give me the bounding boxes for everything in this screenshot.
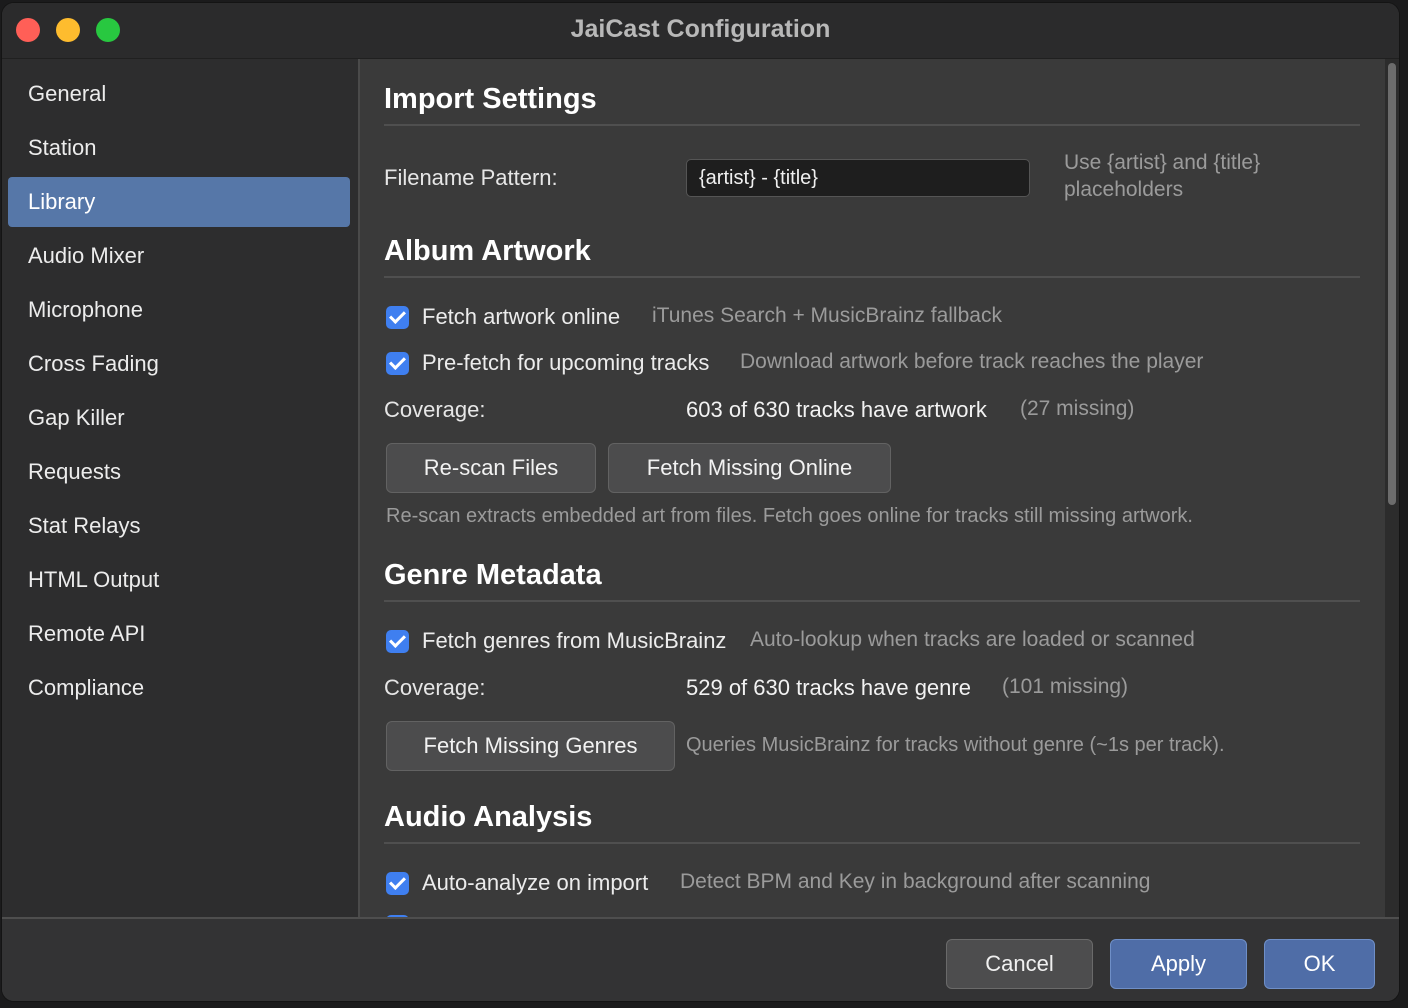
- fetch-missing-online-button[interactable]: Fetch Missing Online: [608, 443, 891, 493]
- fetch-artwork-online-label[interactable]: Fetch artwork online: [422, 304, 620, 330]
- artwork-coverage-label: Coverage:: [384, 397, 486, 422]
- prefetch-upcoming-label[interactable]: Pre-fetch for upcoming tracks: [422, 350, 709, 376]
- sidebar-item-stat-relays[interactable]: Stat Relays: [8, 501, 350, 551]
- section-divider: [384, 276, 1360, 278]
- content-scrollbar[interactable]: [1385, 59, 1399, 917]
- apply-button[interactable]: Apply: [1110, 939, 1247, 989]
- sidebar-item-microphone[interactable]: Microphone: [8, 285, 350, 335]
- rescan-files-button[interactable]: Re-scan Files: [386, 443, 596, 493]
- filename-pattern-input[interactable]: [686, 159, 1030, 197]
- fetch-genres-label[interactable]: Fetch genres from MusicBrainz: [422, 628, 726, 654]
- auto-analyze-hint: Detect BPM and Key in background after s…: [680, 870, 1151, 893]
- artwork-missing-count: (27 missing): [1020, 397, 1135, 420]
- genre-metadata-heading: Genre Metadata: [384, 559, 602, 591]
- sidebar-item-html-output[interactable]: HTML Output: [8, 555, 350, 605]
- auto-analyze-label[interactable]: Auto-analyze on import: [422, 870, 648, 896]
- section-divider: [384, 842, 1360, 844]
- sidebar-item-general[interactable]: General: [8, 69, 350, 119]
- sidebar: General Station Library Audio Mixer Micr…: [2, 59, 360, 917]
- ok-button[interactable]: OK: [1264, 939, 1375, 989]
- title-bar[interactable]: JaiCast Configuration: [2, 3, 1399, 59]
- library-settings-panel: Import Settings Filename Pattern: Use {a…: [360, 59, 1399, 938]
- sidebar-item-compliance[interactable]: Compliance: [8, 663, 350, 713]
- sidebar-item-library[interactable]: Library: [8, 177, 350, 227]
- artwork-note: Re-scan extracts embedded art from files…: [386, 505, 1193, 527]
- fetch-missing-genres-button[interactable]: Fetch Missing Genres: [386, 721, 675, 771]
- window-title: JaiCast Configuration: [570, 15, 831, 43]
- sidebar-item-remote-api[interactable]: Remote API: [8, 609, 350, 659]
- filename-pattern-hint-continued: placeholders: [1064, 178, 1184, 201]
- cancel-button[interactable]: Cancel: [946, 939, 1093, 989]
- sidebar-item-gap-killer[interactable]: Gap Killer: [8, 393, 350, 443]
- fetch-artwork-online-checkbox[interactable]: [386, 306, 409, 329]
- dialog-footer: Cancel Apply OK: [2, 917, 1399, 1001]
- prefetch-upcoming-checkbox[interactable]: [386, 352, 409, 375]
- sidebar-item-requests[interactable]: Requests: [8, 447, 350, 497]
- audio-analysis-heading: Audio Analysis: [384, 801, 593, 833]
- fetch-genres-hint: Auto-lookup when tracks are loaded or sc…: [750, 628, 1195, 651]
- artwork-coverage-value: 603 of 630 tracks have artwork: [686, 397, 987, 422]
- section-divider: [384, 600, 1360, 602]
- sidebar-item-cross-fading[interactable]: Cross Fading: [8, 339, 350, 389]
- prefetch-upcoming-hint: Download artwork before track reaches th…: [740, 350, 1204, 373]
- filename-pattern-hint: Use {artist} and {title}: [1064, 151, 1261, 174]
- preferences-window: JaiCast Configuration General Station Li…: [2, 3, 1399, 1001]
- auto-analyze-checkbox[interactable]: [386, 872, 409, 895]
- sidebar-item-audio-mixer[interactable]: Audio Mixer: [8, 231, 350, 281]
- import-settings-heading: Import Settings: [384, 83, 597, 115]
- genre-note: Queries MusicBrainz for tracks without g…: [686, 734, 1225, 756]
- genre-missing-count: (101 missing): [1002, 675, 1129, 698]
- sidebar-item-station[interactable]: Station: [8, 123, 350, 173]
- scrollbar-thumb[interactable]: [1388, 63, 1396, 505]
- album-artwork-heading: Album Artwork: [384, 235, 591, 267]
- section-divider: [384, 124, 1360, 126]
- fetch-artwork-online-hint: iTunes Search + MusicBrainz fallback: [652, 304, 1002, 327]
- genre-coverage-value: 529 of 630 tracks have genre: [686, 675, 971, 700]
- filename-pattern-label: Filename Pattern:: [384, 165, 558, 190]
- genre-coverage-label: Coverage:: [384, 675, 486, 700]
- fetch-genres-checkbox[interactable]: [386, 630, 409, 653]
